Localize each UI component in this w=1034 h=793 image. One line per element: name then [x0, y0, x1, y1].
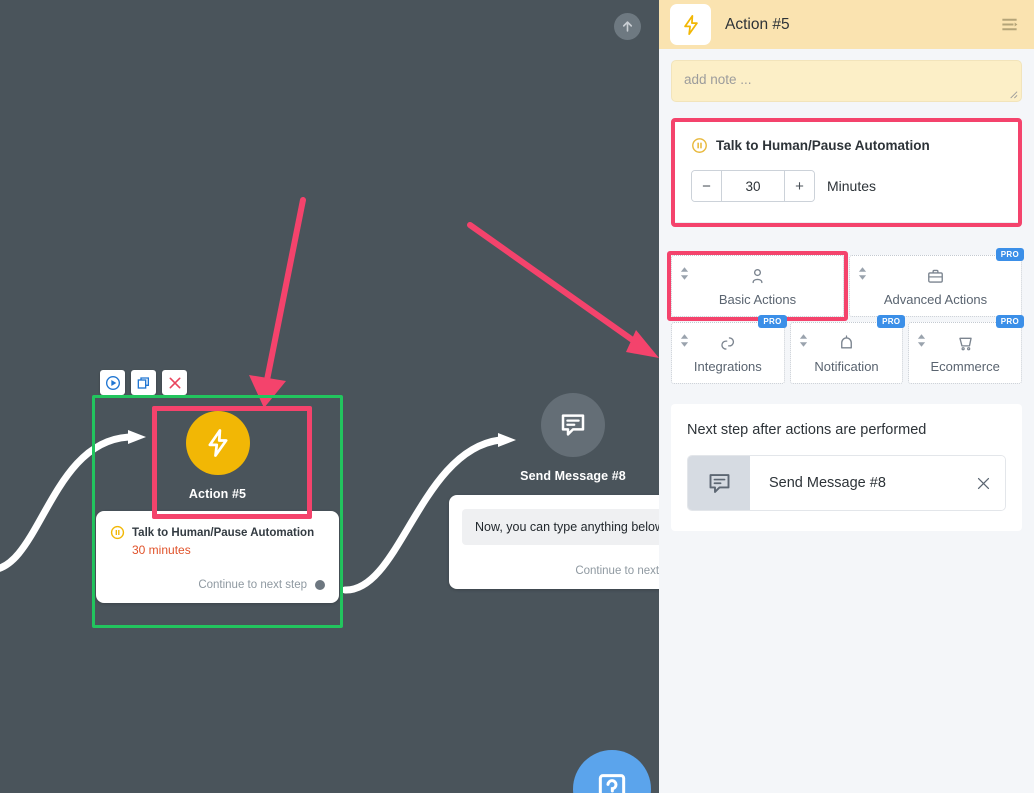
- panel-title: Action #5: [725, 16, 984, 34]
- resize-grip-icon[interactable]: [1007, 88, 1018, 99]
- node-delete-button[interactable]: [162, 370, 187, 395]
- annotation-highlight-node: [152, 406, 312, 519]
- minutes-stepper[interactable]: − 30 +: [691, 170, 815, 202]
- node-card-header: Talk to Human/Pause Automation: [110, 525, 325, 540]
- bell-icon: [837, 334, 856, 353]
- node-head: Send Message #8: [449, 381, 659, 483]
- pro-badge: PRO: [877, 315, 905, 328]
- node-play-button[interactable]: [100, 370, 125, 395]
- pro-badge: PRO: [996, 248, 1024, 261]
- chat-bubble-icon: [706, 470, 733, 497]
- node-detail-card[interactable]: Talk to Human/Pause Automation 30 minute…: [96, 511, 339, 603]
- node-detail-card[interactable]: Now, you can type anything below. Contin…: [449, 495, 659, 589]
- play-circle-icon: [105, 375, 121, 391]
- briefcase-icon: [926, 267, 945, 286]
- tile-row-1: Basic Actions PRO: [671, 255, 1022, 317]
- node-card-title: Talk to Human/Pause Automation: [132, 527, 314, 539]
- next-step-title: Next step after actions are performed: [687, 422, 1006, 438]
- pro-badge: PRO: [758, 315, 786, 328]
- tile-advanced-actions[interactable]: PRO Advanced Actions: [849, 255, 1022, 317]
- chat-bubble-icon: [558, 410, 588, 440]
- pro-badge: PRO: [996, 315, 1024, 328]
- note-section: add note ...: [659, 49, 1034, 102]
- minutes-increment-button[interactable]: +: [785, 171, 814, 201]
- pause-title: Talk to Human/Pause Automation: [716, 138, 930, 153]
- next-step-section: Next step after actions are performed Se…: [671, 404, 1022, 531]
- panel-header: Action #5: [659, 0, 1034, 49]
- note-placeholder: add note ...: [684, 72, 1009, 87]
- flow-canvas[interactable]: Action #5 Talk to Human/Pause Automation…: [0, 0, 659, 793]
- next-step-item[interactable]: Send Message #8: [687, 455, 1006, 511]
- action-settings-panel: Action #5 add note ...: [659, 0, 1034, 793]
- question-mark-icon: [592, 769, 632, 793]
- minutes-value[interactable]: 30: [721, 171, 785, 201]
- panel-header-icon-wrap: [670, 4, 711, 45]
- connector-handle[interactable]: [315, 580, 325, 590]
- user-pin-icon: [748, 267, 767, 286]
- minutes-stepper-row: − 30 + Minutes: [691, 170, 1002, 202]
- node-avatar-circle: [541, 393, 605, 457]
- tile-icon-wrap: [718, 331, 737, 355]
- node-toolbar[interactable]: [100, 370, 187, 395]
- arrow-up-circle-icon: [620, 19, 635, 34]
- tile-label: Notification: [814, 359, 878, 374]
- tile-ecommerce[interactable]: PRO Ecommerce: [908, 322, 1022, 384]
- sort-updown-icon[interactable]: [799, 334, 808, 347]
- link-rings-icon: [718, 334, 737, 353]
- sort-updown-icon[interactable]: [680, 267, 689, 280]
- tile-label: Ecommerce: [931, 359, 1000, 374]
- sort-updown-icon[interactable]: [858, 267, 867, 280]
- tile-notification[interactable]: PRO Notification: [790, 322, 904, 384]
- pause-settings-highlight: Talk to Human/Pause Automation − 30 + Mi…: [671, 118, 1022, 227]
- scroll-top-button[interactable]: [614, 13, 641, 40]
- cart-icon: [956, 334, 975, 353]
- pause-card-header: Talk to Human/Pause Automation: [691, 137, 1002, 154]
- message-bubble-text: Now, you can type anything below.: [462, 509, 659, 545]
- lightning-bolt-icon: [680, 14, 702, 36]
- node-card-subtitle: 30 minutes: [132, 543, 325, 557]
- app-root: Action #5 Talk to Human/Pause Automation…: [0, 0, 1034, 793]
- close-x-icon: [167, 375, 183, 391]
- node-card-footer[interactable]: Continue to next step: [110, 579, 325, 591]
- minutes-decrement-button[interactable]: −: [692, 171, 721, 201]
- next-step-item-label: Send Message #8: [750, 456, 961, 510]
- tile-integrations[interactable]: PRO Integrations: [671, 322, 785, 384]
- panel-menu-button[interactable]: [998, 14, 1020, 36]
- tile-icon-wrap: [926, 264, 945, 288]
- node-title: Send Message #8: [520, 469, 626, 483]
- sort-updown-icon[interactable]: [917, 334, 926, 347]
- continue-label: Continue to next step: [575, 565, 659, 577]
- list-menu-icon: [1000, 15, 1019, 34]
- tile-icon-wrap: [748, 264, 767, 288]
- next-step-item-icon-wrap: [688, 456, 750, 510]
- note-textarea[interactable]: add note ...: [671, 60, 1022, 102]
- next-step-remove-button[interactable]: [961, 456, 1005, 510]
- pause-circle-icon: [110, 525, 125, 540]
- action-category-tiles: Basic Actions PRO: [671, 255, 1022, 384]
- pause-circle-icon: [691, 137, 708, 154]
- tile-label: Integrations: [694, 359, 762, 374]
- close-x-icon: [975, 475, 992, 492]
- sort-updown-icon[interactable]: [680, 334, 689, 347]
- tile-label: Basic Actions: [719, 292, 796, 307]
- node-card-footer[interactable]: Continue to next step: [462, 565, 659, 577]
- canvas-node-send-message-8[interactable]: Send Message #8 Now, you can type anythi…: [449, 381, 659, 589]
- pause-card-inner: Talk to Human/Pause Automation − 30 + Mi…: [675, 122, 1018, 223]
- tile-label: Advanced Actions: [884, 292, 987, 307]
- tile-icon-wrap: [956, 331, 975, 355]
- tile-basic-actions[interactable]: Basic Actions: [671, 255, 844, 317]
- node-duplicate-button[interactable]: [131, 370, 156, 395]
- pause-settings-card: Talk to Human/Pause Automation − 30 + Mi…: [675, 122, 1018, 223]
- tile-row-2: PRO Integrations PRO: [671, 322, 1022, 384]
- tile-icon-wrap: [837, 331, 856, 355]
- minutes-unit-label: Minutes: [827, 178, 876, 194]
- duplicate-icon: [136, 375, 152, 391]
- continue-label: Continue to next step: [198, 579, 307, 591]
